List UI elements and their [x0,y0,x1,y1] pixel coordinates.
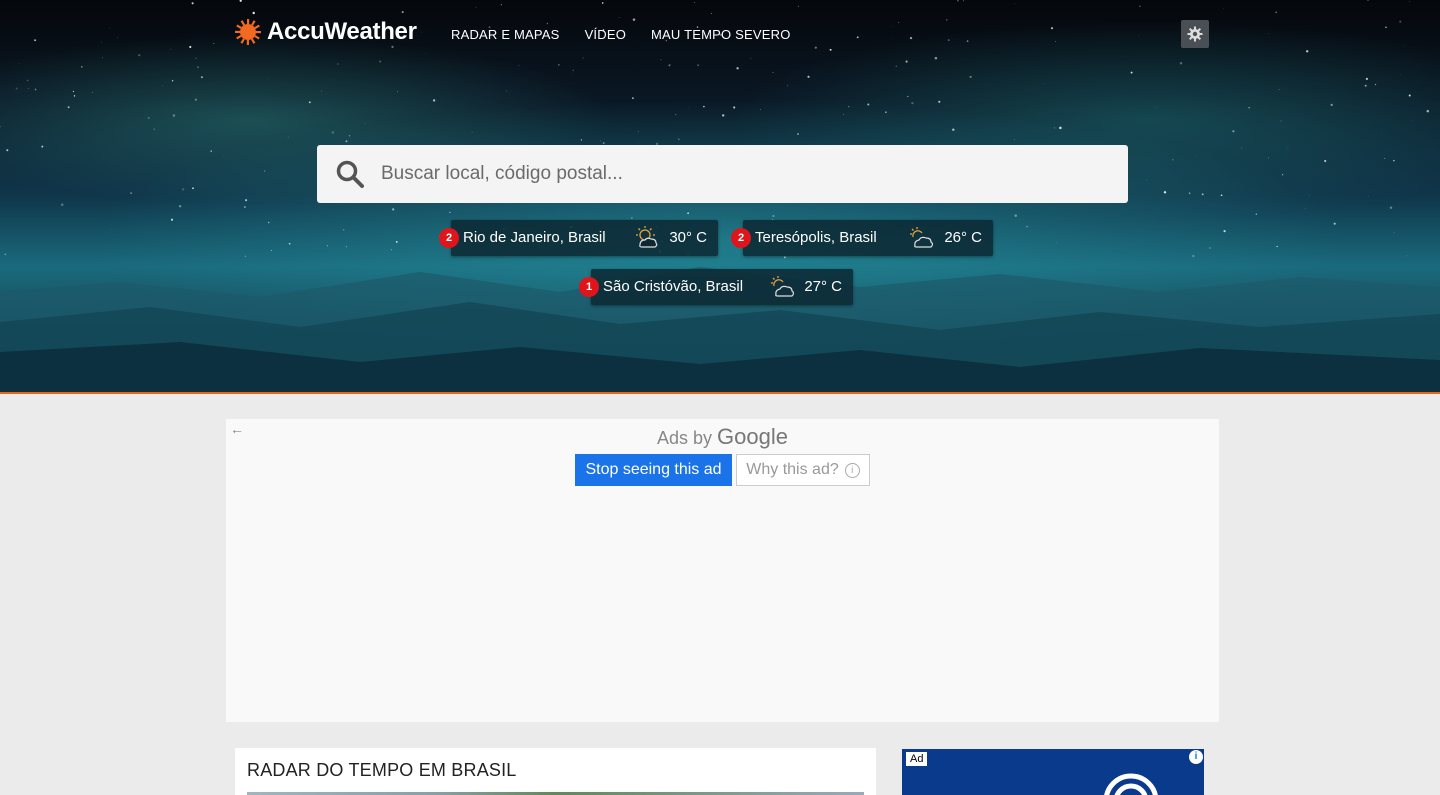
partly-cloudy-icon [910,227,934,248]
ad-info-icon[interactable]: i [1189,750,1203,764]
nav-video[interactable]: VÍDEO [585,27,626,42]
radar-title: RADAR DO TEMPO EM BRASIL [247,760,517,780]
why-this-ad-button[interactable]: Why this ad? i [736,454,870,486]
brand-name: AccuWeather [267,18,417,45]
search-icon[interactable] [335,159,365,189]
location-name: São Cristóvão, Brasil [603,278,744,295]
search-input[interactable] [379,162,1083,186]
main-nav: RADAR E MAPAS VÍDEO MAU TEMPO SEVERO [451,27,816,42]
location-temperature: 30° C [669,229,707,246]
radar-card: RADAR DO TEMPO EM BRASIL [235,748,876,795]
visit-count-badge: 1 [579,277,599,297]
accuweather-logo[interactable]: AccuWeather [235,17,417,47]
visit-count-badge: 2 [439,228,459,248]
info-icon: i [844,462,860,478]
stop-seeing-ad-button[interactable]: Stop seeing this ad [575,454,732,486]
partly-cloudy-icon [771,276,795,297]
recent-location-rio[interactable]: 2 Rio de Janeiro, Brasil 30° C [439,220,718,256]
google-ad-block: ← Ads by Google Stop seeing this ad Why … [226,419,1219,722]
google-wordmark: Google [717,424,788,449]
location-temperature: 27° C [804,278,842,295]
hero-banner: AccuWeather RADAR E MAPAS VÍDEO MAU TEMP… [0,0,1440,394]
sun-logo-icon [235,19,261,45]
location-name: Teresópolis, Brasil [755,229,877,246]
ads-by-text: Ads by [657,428,713,448]
signal-icon [1104,773,1158,795]
settings-button[interactable] [1181,20,1209,48]
partly-sunny-icon [636,226,658,248]
recent-location-teresopolis[interactable]: 2 Teresópolis, Brasil 26° C [731,220,993,256]
visit-count-badge: 2 [731,228,751,248]
nav-radar-e-mapas[interactable]: RADAR E MAPAS [451,27,560,42]
top-navigation: AccuWeather RADAR E MAPAS VÍDEO MAU TEMP… [0,0,1440,70]
location-name: Rio de Janeiro, Brasil [463,229,606,246]
location-search-box [317,145,1128,203]
ad-tag: Ad [906,752,928,766]
side-ad[interactable]: Ad i [902,749,1204,795]
gear-icon [1187,26,1203,42]
location-temperature: 26° C [944,229,982,246]
recent-location-sao-cristovao[interactable]: 1 São Cristóvão, Brasil 27° C [579,269,853,305]
why-this-ad-label: Why this ad? [746,461,839,478]
nav-mau-tempo-severo[interactable]: MAU TEMPO SEVERO [651,27,790,42]
ads-by-google-label: Ads by Google [226,424,1219,450]
